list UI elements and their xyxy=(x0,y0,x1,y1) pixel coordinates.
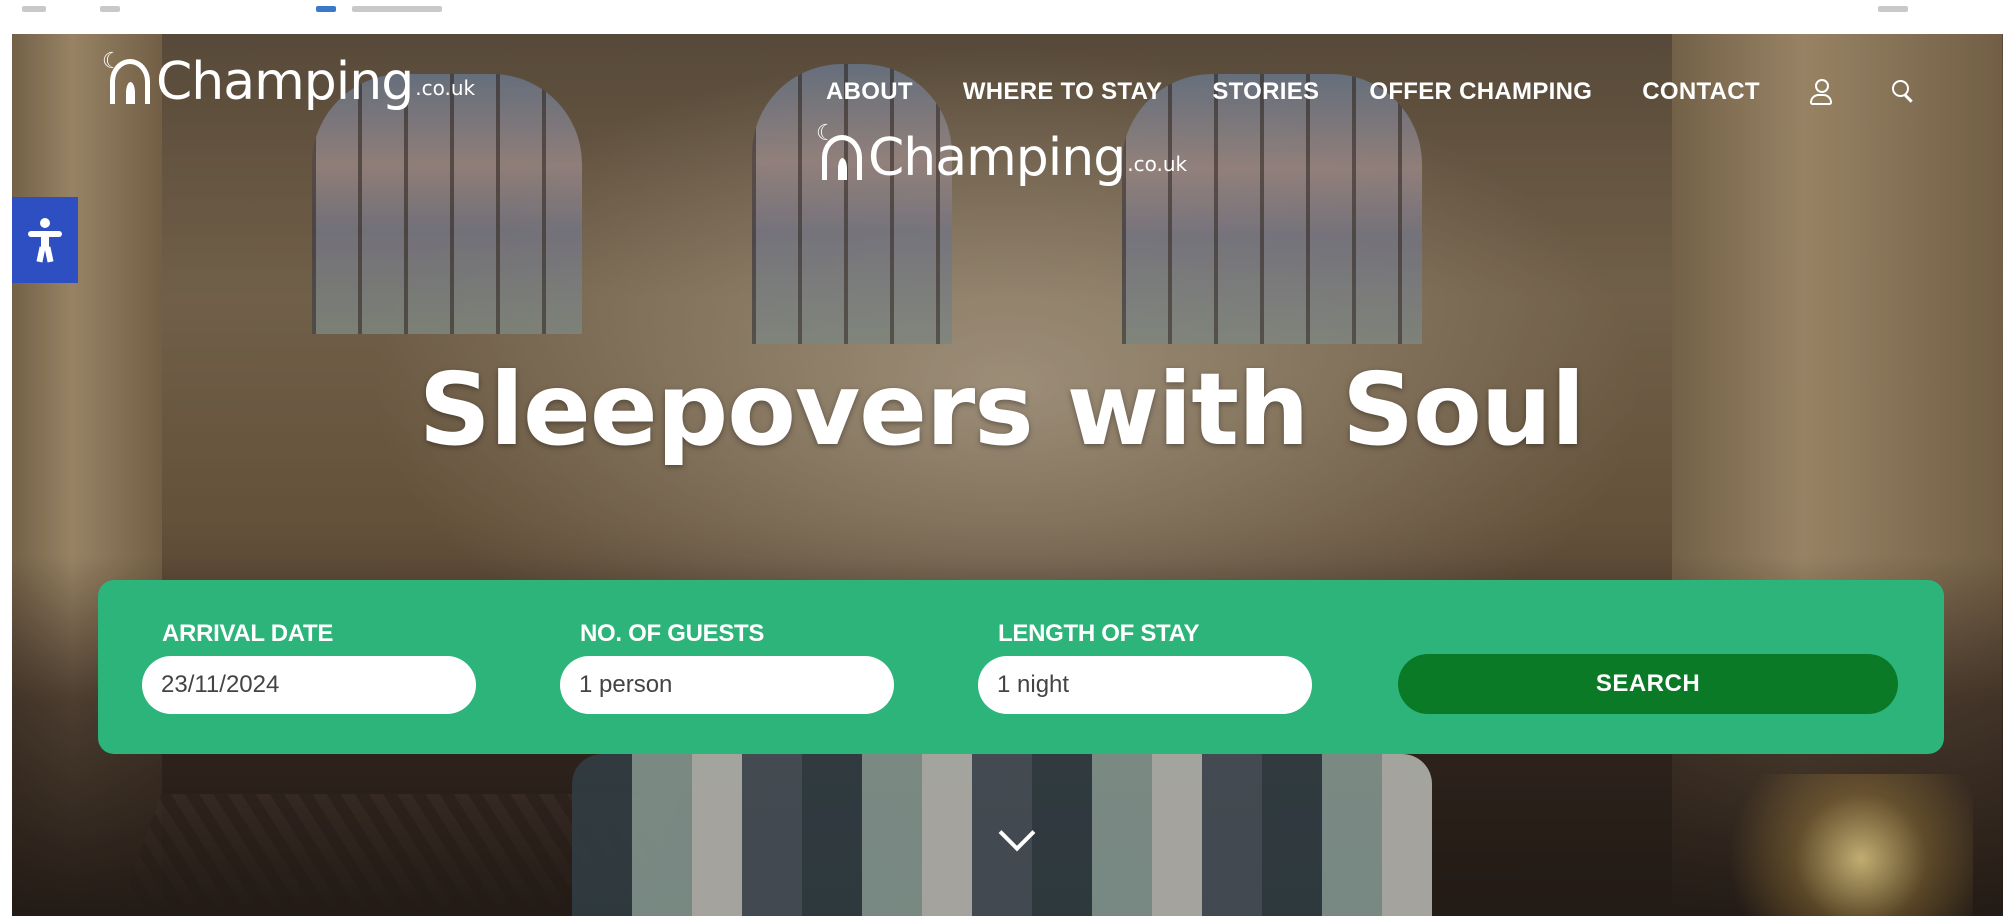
toolbar-fragment xyxy=(352,6,442,12)
booking-panel: ARRIVAL DATE 23/11/2024 NO. OF GUESTS 1 … xyxy=(98,580,1944,754)
chevron-down-icon[interactable] xyxy=(996,818,1036,858)
guests-select[interactable]: 1 person xyxy=(560,656,894,714)
nav-contact[interactable]: CONTACT xyxy=(1642,78,1760,106)
toolbar-fragment xyxy=(100,6,120,12)
toolbar-fragment xyxy=(1878,6,1908,12)
arch-icon xyxy=(822,135,862,180)
hero-headline: Sleepovers with Soul xyxy=(418,351,1586,468)
toolbar-fragment xyxy=(316,6,336,12)
nav-about[interactable]: ABOUT xyxy=(826,78,913,106)
guests-field: NO. OF GUESTS 1 person xyxy=(560,620,894,714)
hero-logo: ☾ Champing .co.uk xyxy=(816,120,1188,188)
nav-offer-champing[interactable]: OFFER CHAMPING xyxy=(1369,78,1592,106)
browser-toolbar-strip xyxy=(0,0,2003,34)
nav-where-to-stay[interactable]: WHERE TO STAY xyxy=(963,78,1163,106)
accessibility-icon xyxy=(28,218,62,263)
accessibility-button[interactable] xyxy=(12,197,78,283)
user-icon[interactable] xyxy=(1809,79,1832,105)
length-of-stay-label: LENGTH OF STAY xyxy=(998,620,1200,647)
arch-icon xyxy=(110,59,150,104)
logo-tld: .co.uk xyxy=(415,76,476,100)
hero-logo-tld: .co.uk xyxy=(1127,152,1188,176)
toolbar-fragment xyxy=(22,6,46,12)
site-logo[interactable]: ☾ Champing .co.uk xyxy=(102,48,476,112)
length-of-stay-select[interactable]: 1 night xyxy=(978,656,1312,714)
arrival-date-input[interactable]: 23/11/2024 xyxy=(142,656,476,714)
search-button[interactable]: SEARCH xyxy=(1398,654,1898,714)
hero-logo-brand: Champing xyxy=(868,128,1126,188)
nav-stories[interactable]: STORIES xyxy=(1212,78,1319,106)
guests-label: NO. OF GUESTS xyxy=(580,620,765,647)
arrival-date-label: ARRIVAL DATE xyxy=(162,620,334,647)
logo-brand: Champing xyxy=(156,52,414,112)
length-of-stay-field: LENGTH OF STAY 1 night xyxy=(978,620,1312,714)
arrival-date-field: ARRIVAL DATE 23/11/2024 xyxy=(142,620,476,714)
search-icon[interactable] xyxy=(1891,80,1914,104)
main-nav: ABOUT WHERE TO STAY STORIES OFFER CHAMPI… xyxy=(826,78,1914,106)
